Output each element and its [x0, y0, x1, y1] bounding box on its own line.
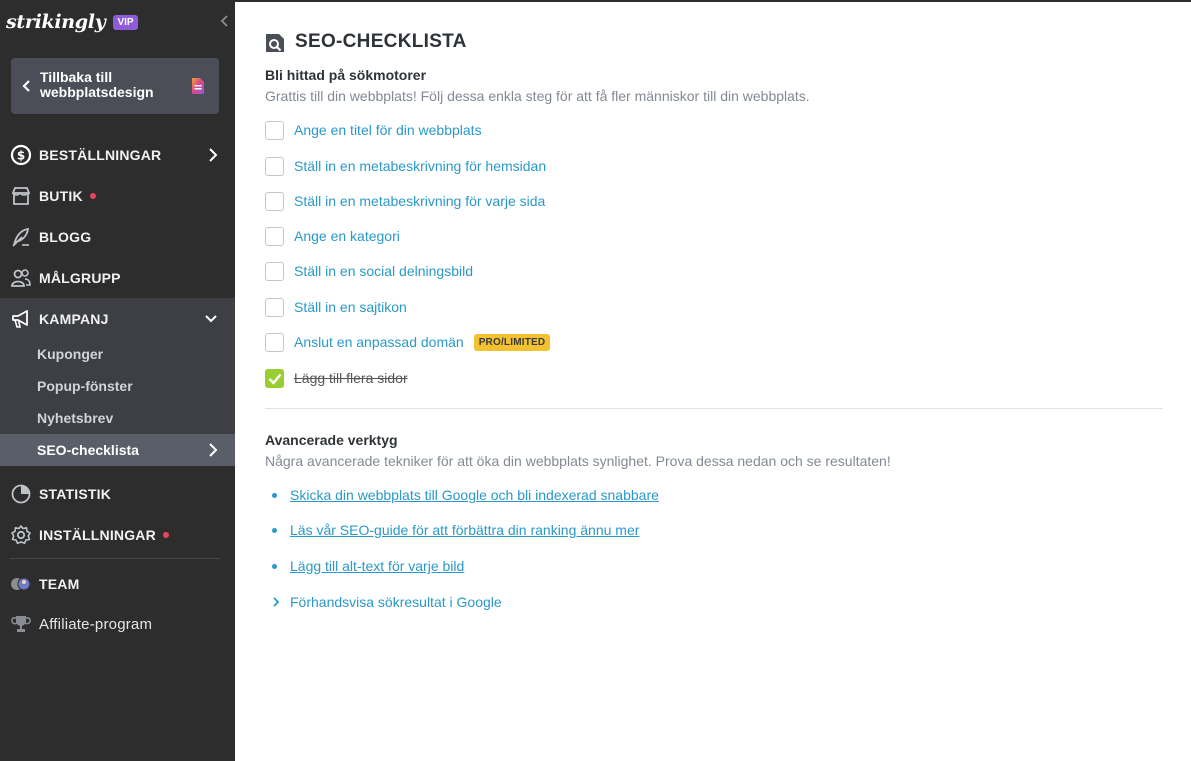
top-border: [0, 0, 1191, 2]
sub-item-label: SEO-checklista: [37, 442, 139, 458]
vip-badge: VIP: [113, 14, 138, 30]
nav-statistics-label: STATISTIK: [39, 486, 112, 502]
sub-item-label: Kuponger: [37, 346, 104, 362]
link-seo-guide[interactable]: Läs vår SEO-guide för att förbättra din …: [290, 522, 639, 538]
nav-team-label: TEAM: [39, 576, 80, 592]
checkbox[interactable]: [265, 261, 284, 281]
link-item-alt-text[interactable]: Lägg till alt-text för varje bild: [272, 556, 464, 576]
nav-statistics[interactable]: STATISTIK: [0, 481, 235, 507]
checklist-item-label[interactable]: Lägg till flera sidor: [294, 370, 408, 386]
chevron-right-icon: [273, 597, 280, 607]
link-item-submit-google[interactable]: Skicka din webbplats till Google och bli…: [272, 485, 659, 505]
section-description: Några avancerade tekniker för att öka di…: [265, 453, 891, 469]
checkbox[interactable]: [265, 226, 284, 246]
checklist-item-homepage-meta[interactable]: Ställ in en metabeskrivning för hemsidan: [265, 156, 546, 176]
main-content: SEO-CHECKLISTA Bli hittad på sökmotorer …: [235, 0, 1191, 761]
sidebar: strikingly VIP Tillbaka till webbplatsde…: [0, 0, 235, 761]
link-submit-to-google[interactable]: Skicka din webbplats till Google och bli…: [290, 487, 659, 503]
bullet-icon: [272, 492, 277, 498]
back-button-label: Tillbaka till webbplatsdesign: [40, 69, 154, 100]
collapse-sidebar-icon[interactable]: [218, 14, 232, 28]
brand[interactable]: strikingly VIP: [6, 8, 138, 36]
pro-limited-badge: PRO/LIMITED: [473, 333, 551, 351]
checkbox[interactable]: [265, 297, 284, 317]
nav-affiliate[interactable]: Affiliate-program: [0, 611, 235, 637]
seo-search-icon: [266, 34, 284, 52]
checkbox[interactable]: [265, 191, 284, 211]
nav-shop[interactable]: BUTIK: [0, 183, 235, 209]
checklist-item-category[interactable]: Ange en kategori: [265, 226, 400, 246]
checklist-item-label[interactable]: Ställ in en metabeskrivning för varje si…: [294, 193, 545, 209]
sub-item-seo-checklist[interactable]: SEO-checklista: [0, 434, 235, 466]
sub-item-popup[interactable]: Popup-fönster: [0, 370, 235, 402]
back-to-design-button[interactable]: Tillbaka till webbplatsdesign: [11, 58, 219, 114]
nav-affiliate-label: Affiliate-program: [39, 616, 153, 633]
nav-blog[interactable]: BLOGG: [0, 224, 235, 250]
nav-audience-label: MÅLGRUPP: [39, 270, 121, 286]
chevron-right-icon: [209, 148, 218, 162]
nav-orders-label: BESTÄLLNINGAR: [39, 147, 162, 163]
checkbox-checked[interactable]: [265, 368, 284, 388]
chevron-down-icon: [205, 315, 217, 323]
campaign-group: KAMPANJ Kuponger Popup-fönster Nyhetsbre…: [0, 298, 235, 466]
nav-shop-label: BUTIK: [39, 188, 96, 204]
dollar-circle-icon: $: [10, 144, 32, 166]
svg-text:$: $: [17, 149, 25, 163]
sub-item-label: Nyhetsbrev: [37, 410, 114, 426]
checklist-item-site-title[interactable]: Ange en titel för din webbplats: [265, 120, 482, 140]
checklist-item-page-meta[interactable]: Ställ in en metabeskrivning för varje si…: [265, 191, 545, 211]
people-icon: [11, 269, 31, 287]
feather-pen-icon: [12, 227, 30, 247]
store-icon: [11, 187, 31, 205]
site-document-icon: [192, 78, 204, 94]
preview-search-results-label[interactable]: Förhandsvisa sökresultat i Google: [290, 594, 502, 610]
checklist-item-label[interactable]: Ställ in en social delningsbild: [294, 263, 473, 279]
checklist-item-label[interactable]: Ställ in en metabeskrivning för hemsidan: [294, 158, 546, 174]
nav-team[interactable]: TEAM: [0, 571, 235, 597]
sub-item-coupons[interactable]: Kuponger: [0, 338, 235, 370]
notification-dot: [162, 532, 169, 538]
pie-chart-icon: [11, 484, 31, 504]
page-title: SEO-CHECKLISTA: [295, 31, 467, 52]
bullet-icon: [272, 527, 277, 533]
checklist-item-label[interactable]: Ställ in en sajtikon: [294, 299, 407, 315]
nav-orders[interactable]: $ BESTÄLLNINGAR: [0, 142, 235, 168]
preview-search-results-toggle[interactable]: Förhandsvisa sökresultat i Google: [272, 592, 502, 612]
checkbox[interactable]: [265, 120, 284, 140]
strikingly-logo[interactable]: strikingly: [6, 11, 106, 33]
sidebar-divider: [10, 558, 220, 559]
chevron-right-icon: [209, 443, 218, 457]
checklist-item-multiple-pages[interactable]: Lägg till flera sidor: [265, 368, 408, 388]
nav-campaign-label: KAMPANJ: [39, 311, 109, 327]
section-title-advanced-tools: Avancerade verktyg: [265, 432, 398, 448]
sub-item-newsletter[interactable]: Nyhetsbrev: [0, 402, 235, 434]
checklist-item-label[interactable]: Ange en kategori: [294, 228, 400, 244]
nav-audience[interactable]: MÅLGRUPP: [0, 265, 235, 291]
checklist-item-label[interactable]: Anslut en anpassad domän: [294, 334, 464, 350]
trophy-icon: [11, 616, 31, 632]
link-alt-text[interactable]: Lägg till alt-text för varje bild: [290, 558, 464, 574]
link-item-seo-guide[interactable]: Läs vår SEO-guide för att förbättra din …: [272, 520, 639, 540]
megaphone-icon: [12, 310, 28, 328]
nav-campaign[interactable]: KAMPANJ: [0, 306, 235, 332]
nav-settings-label: INSTÄLLNINGAR: [39, 527, 169, 543]
section-description: Grattis till din webbplats! Följ dessa e…: [265, 88, 810, 104]
checklist-item-share-image[interactable]: Ställ in en social delningsbild: [265, 261, 473, 281]
checkbox[interactable]: [265, 332, 284, 352]
bullet-icon: [272, 563, 277, 569]
checklist-item-custom-domain[interactable]: Anslut en anpassad domän PRO/LIMITED: [265, 332, 551, 352]
chevron-left-icon: [22, 80, 30, 92]
nav-blog-label: BLOGG: [39, 229, 92, 245]
section-title-search-engines: Bli hittad på sökmotorer: [265, 67, 427, 83]
checklist-item-label[interactable]: Ange en titel för din webbplats: [294, 122, 482, 138]
nav-settings[interactable]: INSTÄLLNINGAR: [0, 522, 235, 548]
checklist-item-favicon[interactable]: Ställ in en sajtikon: [265, 297, 407, 317]
section-divider: [265, 408, 1163, 409]
checkmark-icon: [268, 373, 282, 385]
team-avatars-icon: [11, 577, 31, 591]
gear-icon: [11, 525, 31, 545]
checkbox[interactable]: [265, 156, 284, 176]
notification-dot: [89, 193, 96, 199]
sub-item-label: Popup-fönster: [37, 378, 133, 394]
